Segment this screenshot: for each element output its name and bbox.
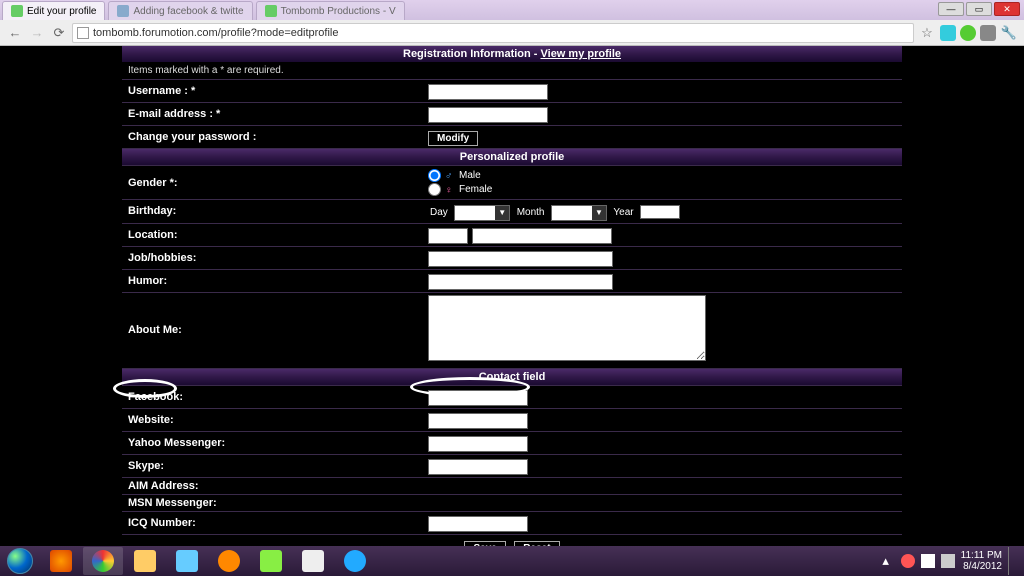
tab-title: Tombomb Productions - V <box>281 6 396 17</box>
browser-tab-strip: Edit your profile Adding facebook & twit… <box>0 0 1024 20</box>
system-tray: ▴ 11:11 PM 8/4/2012 <box>869 547 1024 575</box>
window-close-button[interactable]: ✕ <box>994 2 1020 16</box>
label-day: Day <box>430 207 448 218</box>
section-header-registration: Registration Information - View my profi… <box>122 46 902 62</box>
birthday-month-select[interactable]: ▼ <box>551 205 607 221</box>
forward-button[interactable]: → <box>28 24 46 42</box>
label-website: Website: <box>122 408 422 431</box>
browser-toolbar: ← → ⟳ tombomb.forumotion.com/profile?mod… <box>0 20 1024 46</box>
label-female: Female <box>459 184 492 195</box>
tab-title: Adding facebook & twitte <box>133 6 243 17</box>
page-content: Registration Information - View my profi… <box>0 46 1024 546</box>
label-month: Month <box>517 207 545 218</box>
windows-taskbar: ▴ 11:11 PM 8/4/2012 <box>0 546 1024 576</box>
extension-icon[interactable] <box>940 25 956 41</box>
windows-orb-icon <box>7 548 33 574</box>
label-birthday: Birthday: <box>122 200 422 224</box>
bookmark-star-icon[interactable]: ☆ <box>918 24 936 42</box>
taskbar-item-explorer[interactable] <box>125 547 165 575</box>
label-username: Username : * <box>122 80 422 103</box>
taskbar-clock[interactable]: 11:11 PM 8/4/2012 <box>961 550 1002 572</box>
extension-icon[interactable] <box>960 25 976 41</box>
tray-show-hidden-icon[interactable]: ▴ <box>877 552 895 570</box>
taskbar-item-messenger[interactable] <box>167 547 207 575</box>
window-minimize-button[interactable]: — <box>938 2 964 16</box>
favicon-icon <box>11 5 23 17</box>
browser-tab-active[interactable]: Edit your profile <box>2 1 105 20</box>
label-male: Male <box>459 170 481 181</box>
skype-input[interactable] <box>428 459 528 475</box>
female-icon: ♀ <box>445 185 455 195</box>
label-change-password: Change your password : <box>122 126 422 149</box>
tray-volume-icon[interactable] <box>941 554 955 568</box>
reload-button[interactable]: ⟳ <box>50 24 68 42</box>
page-icon <box>77 27 89 39</box>
label-about: About Me: <box>122 292 422 368</box>
favicon-icon <box>265 5 277 17</box>
extension-icon[interactable] <box>980 25 996 41</box>
section-header-personalized: Personalized profile <box>122 149 902 165</box>
section-title: Registration Information - <box>403 48 541 60</box>
taskbar-item-app[interactable] <box>251 547 291 575</box>
address-bar[interactable]: tombomb.forumotion.com/profile?mode=edit… <box>72 23 914 43</box>
show-desktop-button[interactable] <box>1008 547 1016 575</box>
label-humor: Humor: <box>122 269 422 292</box>
label-location: Location: <box>122 223 422 246</box>
favicon-icon <box>117 5 129 17</box>
location-input[interactable] <box>472 228 612 244</box>
tray-network-icon[interactable] <box>921 554 935 568</box>
label-facebook: Facebook: <box>122 385 422 408</box>
required-note: Items marked with a * are required. <box>122 62 902 79</box>
browser-tab[interactable]: Adding facebook & twitte <box>108 1 252 20</box>
facebook-input[interactable] <box>428 390 528 406</box>
taskbar-item-skype[interactable] <box>335 547 375 575</box>
modify-button[interactable]: Modify <box>428 131 478 146</box>
section-header-contact: Contact field <box>122 369 902 385</box>
birthday-day-select[interactable]: ▼ <box>454 205 510 221</box>
url-text: tombomb.forumotion.com/profile?mode=edit… <box>93 27 339 39</box>
icq-input[interactable] <box>428 516 528 532</box>
taskbar-item-chrome[interactable] <box>83 547 123 575</box>
label-job: Job/hobbies: <box>122 246 422 269</box>
clock-time: 11:11 PM <box>961 550 1002 561</box>
chevron-down-icon: ▼ <box>495 206 509 220</box>
gender-female-radio[interactable] <box>428 183 441 196</box>
label-email: E-mail address : * <box>122 103 422 126</box>
window-maximize-button[interactable]: ▭ <box>966 2 992 16</box>
email-input[interactable] <box>428 107 548 123</box>
label-skype: Skype: <box>122 454 422 477</box>
website-input[interactable] <box>428 413 528 429</box>
taskbar-item-paint[interactable] <box>293 547 333 575</box>
male-icon: ♂ <box>445 171 455 181</box>
job-input[interactable] <box>428 251 613 267</box>
birthday-year-input[interactable] <box>640 205 680 219</box>
label-icq: ICQ Number: <box>122 511 422 534</box>
taskbar-item-wmp[interactable] <box>209 547 249 575</box>
label-msn: MSN Messenger: <box>122 494 422 511</box>
taskbar-item-firefox[interactable] <box>41 547 81 575</box>
location-code-input[interactable] <box>428 228 468 244</box>
wrench-icon[interactable]: 🔧 <box>1000 24 1018 42</box>
humor-input[interactable] <box>428 274 613 290</box>
label-year: Year <box>613 207 633 218</box>
tab-title: Edit your profile <box>27 6 96 17</box>
username-input[interactable] <box>428 84 548 100</box>
yahoo-input[interactable] <box>428 436 528 452</box>
label-gender: Gender *: <box>122 166 422 200</box>
view-profile-link[interactable]: View my profile <box>541 48 622 60</box>
gender-male-radio[interactable] <box>428 169 441 182</box>
about-textarea[interactable] <box>428 295 706 361</box>
label-yahoo: Yahoo Messenger: <box>122 431 422 454</box>
chevron-down-icon: ▼ <box>592 206 606 220</box>
clock-date: 8/4/2012 <box>961 561 1002 572</box>
label-aim: AIM Address: <box>122 477 422 494</box>
start-button[interactable] <box>0 546 40 576</box>
back-button[interactable]: ← <box>6 24 24 42</box>
tray-icon[interactable] <box>901 554 915 568</box>
browser-tab[interactable]: Tombomb Productions - V <box>256 1 405 20</box>
